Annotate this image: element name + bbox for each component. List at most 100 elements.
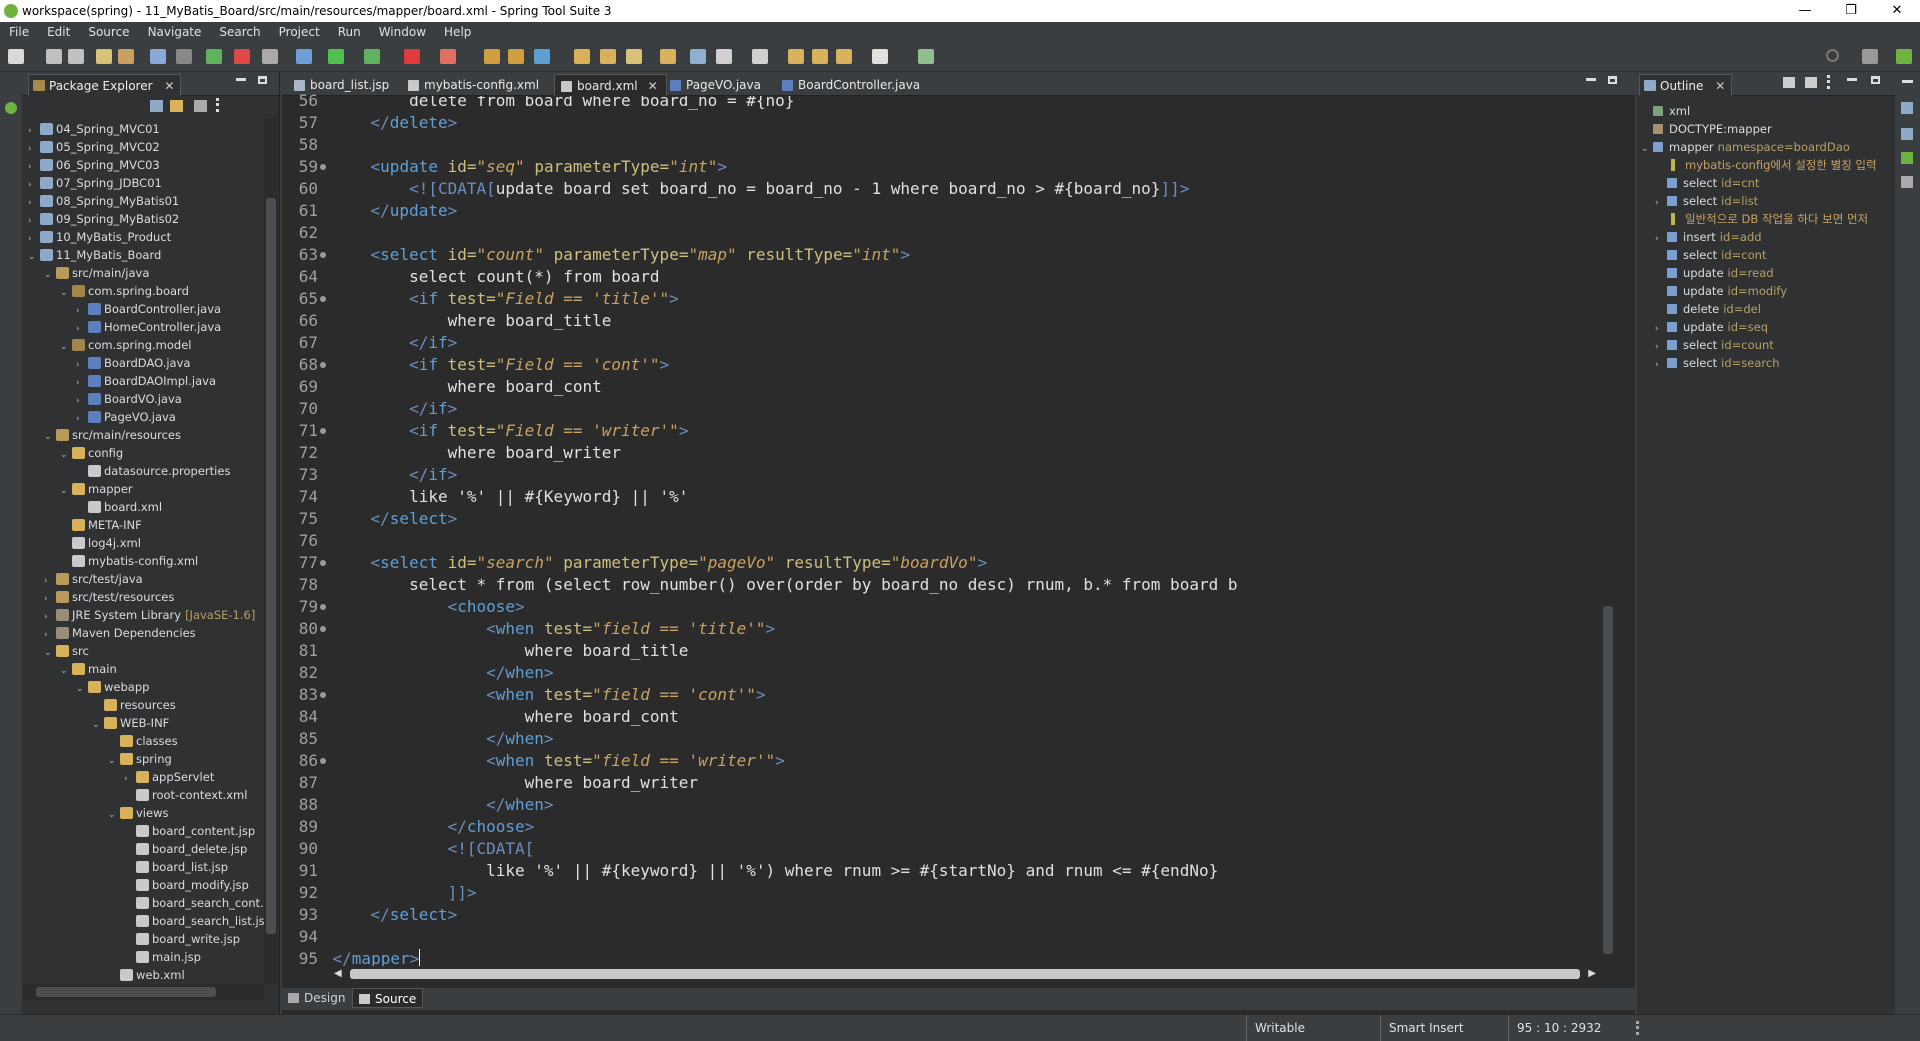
fold-marker-icon[interactable] (320, 428, 326, 434)
outline-item[interactable]: 일반적으로 DB 작업을 하다 보면 먼저 (1655, 210, 1868, 228)
tree-item[interactable]: ⌄ src (44, 642, 89, 660)
tree-item[interactable]: › BoardDAO.java (76, 354, 190, 372)
fold-marker-icon[interactable] (320, 560, 326, 566)
outline-item[interactable]: › select id=list (1655, 192, 1758, 210)
search-folder-icon[interactable] (600, 49, 616, 64)
save-icon[interactable] (46, 49, 62, 64)
expanded-twisty-icon[interactable]: ⌄ (76, 680, 86, 698)
forward-icon[interactable] (872, 49, 888, 64)
maximize-button[interactable]: ❐ (1828, 0, 1874, 22)
menu-run[interactable]: Run (329, 22, 370, 42)
tree-item[interactable]: datasource.properties (76, 462, 230, 480)
minimize-view-icon[interactable] (1847, 78, 1857, 81)
minimize-view-icon[interactable] (236, 78, 246, 81)
expanded-twisty-icon[interactable]: ⌄ (60, 338, 70, 356)
fold-marker-icon[interactable] (320, 362, 326, 368)
restore-icon[interactable] (1902, 80, 1913, 83)
fold-marker-icon[interactable] (320, 252, 326, 258)
expanded-twisty-icon[interactable]: ⌄ (92, 716, 102, 734)
expanded-twisty-icon[interactable]: ⌄ (1641, 140, 1651, 158)
tree-item[interactable]: ⌄ WEB-INF (92, 714, 169, 732)
tree-item[interactable]: › 05_Spring_MVC02 (28, 138, 160, 156)
tree-item[interactable]: › 06_Spring_MVC03 (28, 156, 160, 174)
package-explorer-vscrollbar[interactable] (264, 118, 278, 984)
tree-item[interactable]: › src/test/java (44, 570, 143, 588)
minimize-editor-icon[interactable] (1586, 78, 1596, 81)
open-perspective-icon[interactable] (1862, 49, 1878, 64)
tree-item[interactable]: board_delete.jsp (124, 840, 247, 858)
expanded-twisty-icon[interactable]: ⌄ (44, 428, 54, 446)
tree-item[interactable]: › HomeController.java (76, 318, 221, 336)
new-icon[interactable] (8, 49, 24, 64)
outline-item[interactable]: xml (1641, 102, 1690, 120)
boot-dashboard-icon[interactable] (5, 102, 17, 114)
scroll-left-icon[interactable]: ◀ (334, 968, 342, 979)
package-explorer-hscrollbar[interactable] (22, 984, 264, 1000)
tab-boardcontroller-java[interactable]: BoardController.java (776, 74, 928, 96)
external-tools-icon[interactable] (440, 49, 456, 64)
outline-item[interactable]: › update id=seq (1655, 318, 1768, 336)
properties-icon[interactable] (1901, 128, 1913, 140)
debug-icon[interactable] (296, 49, 312, 64)
globe-icon[interactable] (690, 49, 706, 64)
run-icon[interactable] (328, 49, 344, 64)
tree-item[interactable]: mybatis-config.xml (60, 552, 198, 570)
open-folder-icon[interactable] (574, 49, 590, 64)
tree-item[interactable]: › Maven Dependencies (44, 624, 196, 642)
menu-file[interactable]: File (0, 22, 38, 42)
tab-mybatis-config-xml[interactable]: mybatis-config.xml (402, 74, 547, 96)
tree-item[interactable]: ⌄ main (60, 660, 117, 678)
tree-item[interactable]: › JRE System Library [JavaSE-1.6] (44, 606, 255, 624)
tree-item[interactable]: › 04_Spring_MVC01 (28, 120, 160, 138)
tab-pagevo-java[interactable]: PageVO.java (664, 74, 769, 96)
tree-item[interactable]: board.xml (76, 498, 162, 516)
menu-source[interactable]: Source (79, 22, 138, 42)
tree-item[interactable]: › BoardVO.java (76, 390, 182, 408)
console-icon[interactable] (1901, 176, 1913, 188)
outline-item[interactable]: DOCTYPE:mapper (1641, 120, 1772, 138)
tree-item[interactable]: ⌄ webapp (76, 678, 149, 696)
tree-item[interactable]: ⌄ views (108, 804, 168, 822)
tree-item[interactable]: ⌄ src/main/resources (44, 426, 181, 444)
server-icon[interactable] (262, 49, 278, 64)
toggle-icon[interactable] (176, 49, 192, 64)
tree-item[interactable]: ⌄ spring (108, 750, 172, 768)
close-button[interactable]: ✕ (1874, 0, 1920, 22)
tree-item[interactable]: › src/test/resources (44, 588, 174, 606)
spring-perspective-icon[interactable] (1896, 49, 1912, 64)
spring-boot-icon[interactable] (206, 49, 222, 64)
scroll-thumb[interactable] (1603, 606, 1613, 954)
outline-item[interactable]: update id=modify (1655, 282, 1787, 300)
tree-item[interactable]: board_write.jsp (124, 930, 240, 948)
close-icon[interactable]: ✕ (164, 79, 174, 93)
outline-item[interactable]: select id=cont (1655, 246, 1766, 264)
close-icon[interactable]: ✕ (1715, 79, 1725, 93)
view-menu-icon[interactable] (216, 98, 219, 112)
expanded-twisty-icon[interactable]: ⌄ (108, 806, 118, 824)
outline-item[interactable]: › select id=count (1655, 336, 1774, 354)
tree-item[interactable]: ⌄ mapper (60, 480, 133, 498)
editor-hscrollbar[interactable]: ◀ ▶ (332, 966, 1600, 982)
tree-item[interactable]: › BoardDAOImpl.java (76, 372, 216, 390)
collapsed-twisty-icon[interactable]: › (1655, 356, 1665, 374)
fold-marker-icon[interactable] (320, 296, 326, 302)
new-class-icon[interactable] (534, 49, 550, 64)
tree-item[interactable]: › PageVO.java (76, 408, 176, 426)
tree-item[interactable]: › 07_Spring_JDBC01 (28, 174, 162, 192)
expanded-twisty-icon[interactable]: ⌄ (60, 284, 70, 302)
forward-history-icon[interactable] (812, 49, 828, 64)
expanded-twisty-icon[interactable]: ⌄ (60, 662, 70, 680)
menu-help[interactable]: Help (435, 22, 480, 42)
expanded-twisty-icon[interactable]: ⌄ (108, 752, 118, 770)
new-package-icon[interactable] (508, 49, 524, 64)
collapse-all-icon[interactable] (1783, 77, 1795, 88)
tree-item[interactable]: board_search_list.js (124, 912, 264, 930)
tree-item[interactable]: board_list.jsp (124, 858, 228, 876)
tree-item[interactable]: board_content.jsp (124, 822, 255, 840)
scroll-thumb[interactable] (350, 969, 1580, 979)
back-history-icon[interactable] (788, 49, 804, 64)
tree-item[interactable]: web.xml (108, 966, 185, 984)
maximize-editor-icon[interactable] (1608, 76, 1617, 84)
close-icon[interactable]: ✕ (648, 79, 658, 93)
menu-project[interactable]: Project (270, 22, 329, 42)
